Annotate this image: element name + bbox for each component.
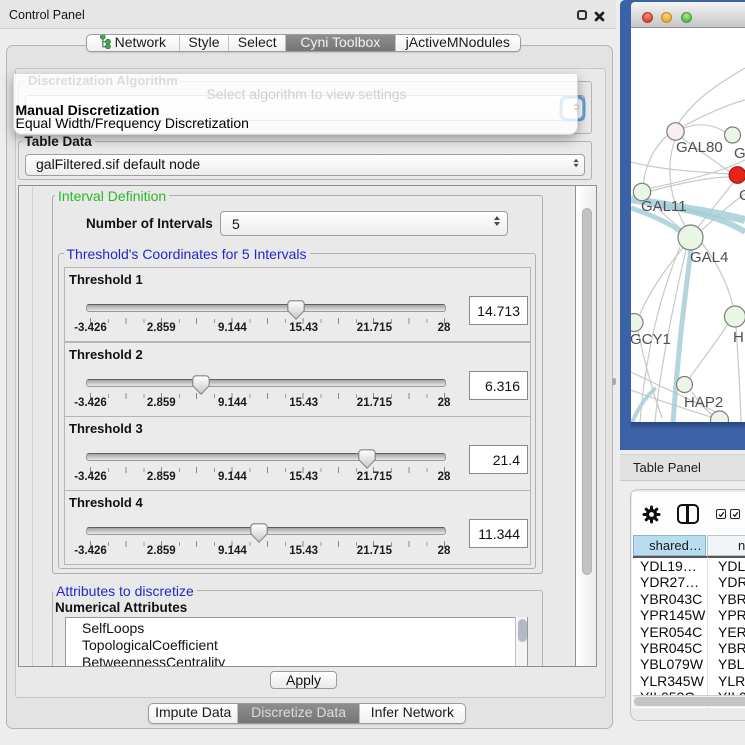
svg-text:GAL4: GAL4 — [690, 249, 728, 266]
svg-text:GAL11: GAL11 — [641, 198, 687, 215]
svg-text:H: H — [733, 329, 744, 346]
svg-text:C: C — [739, 187, 745, 204]
svg-text:HAP2: HAP2 — [684, 394, 723, 411]
svg-text:GCY1: GCY1 — [631, 331, 671, 348]
svg-text:G.: G. — [734, 145, 745, 162]
svg-text:GAL80: GAL80 — [676, 139, 723, 156]
